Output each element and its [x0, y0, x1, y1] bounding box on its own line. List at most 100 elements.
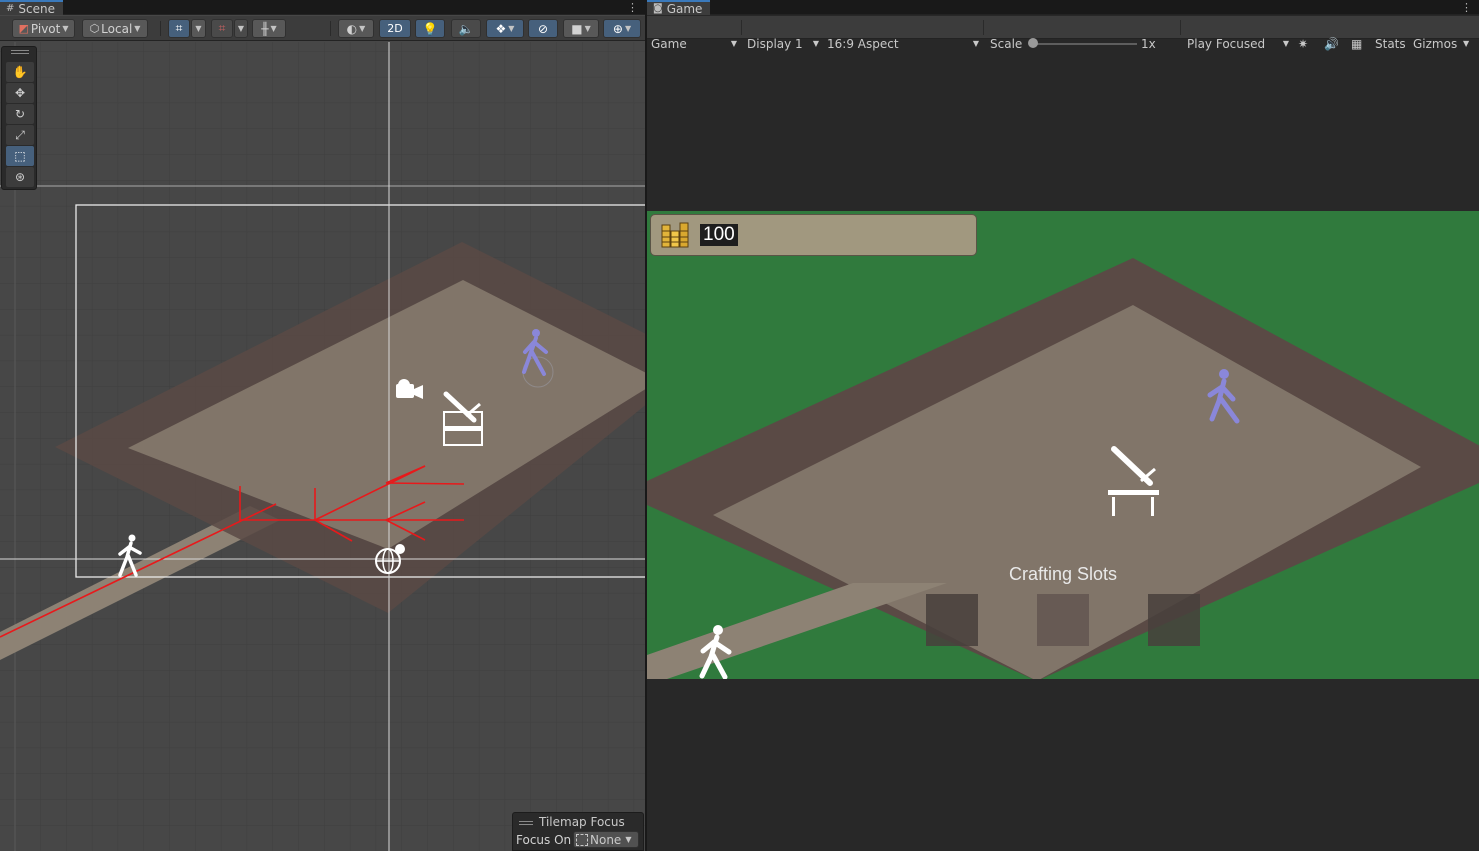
scale-icon: ⤢ [15, 127, 25, 142]
scene-tabbar: # Scene ⋮ [0, 0, 645, 15]
chevron-down-icon: ▼ [1463, 39, 1470, 48]
move-arrows-icon: ✥ [14, 86, 26, 100]
toolbar-divider [160, 21, 161, 36]
grid-snap-button[interactable]: ⌗ [168, 19, 190, 38]
tilemap-focus-overlay: Tilemap Focus Focus On None ▼ [512, 812, 644, 851]
mute-audio-button[interactable]: 🔊 [1324, 32, 1339, 55]
chevron-down-icon: ▼ [195, 24, 202, 33]
tab-game-label: Game [666, 1, 703, 16]
crafting-slot[interactable] [1037, 594, 1089, 646]
gizmos-label: Gizmos [1413, 36, 1458, 51]
game-viewport[interactable]: 100 Crafting Slots [647, 211, 1479, 679]
gold-coins-icon [661, 222, 689, 248]
play-mode-dropdown[interactable]: Play Focused ▼ [1187, 32, 1291, 55]
view-dropdown[interactable]: Game ▼ [651, 32, 739, 55]
aspect-dropdown[interactable]: 16:9 Aspect ▼ [827, 32, 981, 55]
chevron-down-icon: ▼ [730, 39, 737, 48]
pivot-icon: ◩ [18, 22, 29, 35]
stats-label: Stats [1375, 36, 1406, 51]
gizmos-dropdown[interactable]: ⊕ ▼ [603, 19, 641, 38]
view-dropdown-label: Game [651, 36, 687, 51]
tilemap-focus-title: Tilemap Focus [539, 815, 625, 829]
hand-tool-button[interactable]: ✋ [6, 62, 34, 82]
scale-value: 1x [1141, 32, 1156, 55]
camera-dropdown[interactable]: ■ ▼ [563, 19, 599, 38]
bug-icon: ✷ [1298, 36, 1309, 51]
chevron-down-icon: ▼ [584, 24, 591, 33]
crafting-slots-title: Crafting Slots [1008, 564, 1118, 584]
grid-visibility-dropdown[interactable]: ▼ [234, 19, 248, 38]
audio-toggle[interactable]: 🔈 [451, 19, 481, 38]
keyboard-shortcuts-button[interactable]: ▦ [1351, 32, 1362, 55]
globe-gizmo-icon: ⊕ [612, 21, 623, 36]
toolbar-divider [741, 20, 742, 35]
move-tool-button[interactable]: ✥ [6, 83, 34, 103]
grid-visibility-button[interactable]: ⌗ [211, 19, 233, 38]
stats-button[interactable]: Stats [1375, 32, 1406, 55]
rect-tool-button[interactable]: ⬚ [6, 146, 34, 166]
focus-on-value: None [590, 832, 622, 847]
scene-viewport[interactable] [0, 42, 645, 851]
display-dropdown[interactable]: Display 1 ▼ [747, 32, 821, 55]
pivot-dropdown[interactable]: ◩ Pivot ▼ [12, 19, 75, 38]
scale-slider-thumb[interactable] [1028, 38, 1038, 48]
gizmos-dropdown-arrow[interactable]: ▼ [1463, 32, 1469, 55]
scale-label-text: Scale [990, 36, 1023, 51]
overlay-grip-icon[interactable] [519, 821, 533, 825]
mode-2d-toggle[interactable]: 2D [379, 19, 411, 38]
rotate-tool-button[interactable]: ↻ [6, 104, 34, 124]
ruler-icon: ╫ [261, 21, 269, 36]
game-tabbar: ◙ Game ⋮ [647, 0, 1479, 15]
aspect-dropdown-label: 16:9 Aspect [827, 36, 899, 51]
gizmos-button[interactable]: Gizmos [1413, 32, 1457, 55]
tab-scene[interactable]: # Scene [0, 0, 63, 15]
toolbar-divider [330, 21, 331, 36]
speaker-muted-icon: 🔈 [458, 21, 474, 36]
focus-on-label: Focus On [516, 833, 572, 847]
hand-icon: ✋ [12, 65, 28, 79]
scale-value-text: 1x [1141, 36, 1156, 51]
game-more-menu-icon[interactable]: ⋮ [1461, 1, 1472, 14]
toolbar-divider [983, 20, 984, 35]
scene-visibility-toggle[interactable]: ⊘ [528, 19, 558, 38]
chevron-down-icon: ▼ [237, 24, 245, 33]
effects-dropdown[interactable]: ❖ ▼ [486, 19, 524, 38]
coin-count: 100 [700, 224, 738, 246]
lighting-toggle[interactable]: 💡 [415, 19, 445, 38]
chevron-down-icon: ▼ [62, 24, 69, 33]
tool-strip-grip[interactable] [11, 50, 29, 54]
chevron-down-icon: ▼ [134, 24, 141, 33]
grid-snap-icon: ⌗ [175, 21, 183, 35]
scale-label: Scale [990, 32, 1022, 55]
pivot-label: Pivot [30, 21, 61, 36]
gamepad-icon: ◙ [653, 2, 663, 14]
frame-debugger-button[interactable]: ✷ [1298, 32, 1308, 55]
scene-tool-strip: ✋ ✥ ↻ ⤢ ⬚ ⊛ [1, 46, 37, 190]
mode-2d-label: 2D [387, 22, 403, 35]
scene-canvas[interactable] [0, 42, 645, 851]
focus-on-dropdown[interactable]: None ▼ [573, 831, 639, 848]
tab-game[interactable]: ◙ Game [647, 0, 711, 16]
transform-icon: ⊛ [14, 170, 26, 184]
crafting-slot[interactable] [926, 594, 978, 646]
scene-more-menu-icon[interactable]: ⋮ [627, 1, 638, 14]
draw-mode-dropdown[interactable]: ◐ ▼ [338, 19, 374, 38]
increment-snap-dropdown[interactable]: ╫ ▼ [252, 19, 286, 38]
transform-tool-button[interactable]: ⊛ [6, 167, 34, 187]
chevron-down-icon: ▼ [624, 24, 632, 33]
grid-snap-dropdown[interactable]: ▼ [191, 19, 206, 38]
local-label: Local [101, 21, 133, 36]
chevron-down-icon: ▼ [1282, 39, 1289, 48]
eye-hidden-icon: ⊘ [537, 21, 549, 36]
grid-dots-icon: ⌗ [218, 21, 226, 35]
rect-transform-icon: ⬚ [14, 149, 26, 163]
scale-tool-button[interactable]: ⤢ [6, 125, 34, 145]
chevron-down-icon: ▼ [972, 39, 979, 48]
chevron-down-icon: ▼ [625, 835, 632, 844]
lightbulb-icon: 💡 [422, 21, 438, 36]
scene-toolbar: ◩ Pivot ▼ ⬡ Local ▼ ⌗ ▼ ⌗ ▼ ╫ ▼ ◐ ▼ 2D 💡… [0, 16, 645, 41]
rotate-icon: ↻ [14, 107, 26, 121]
scale-slider-track[interactable] [1031, 43, 1137, 45]
crafting-slot[interactable] [1148, 594, 1200, 646]
local-dropdown[interactable]: ⬡ Local ▼ [82, 19, 148, 38]
